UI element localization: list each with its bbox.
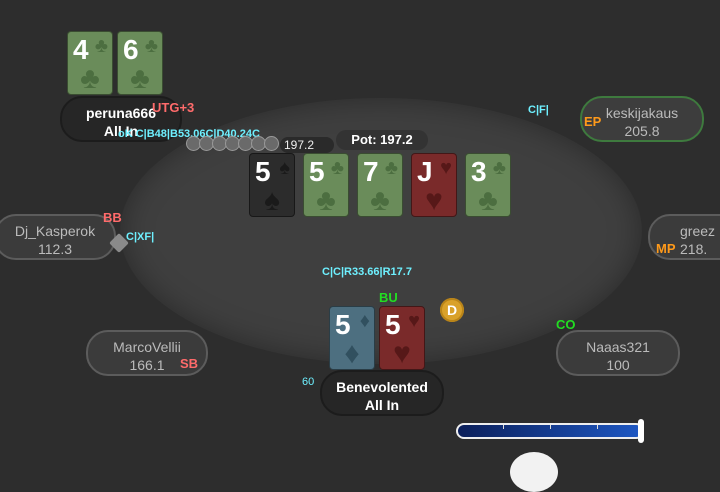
hole-card: 5 ♦ ♦ (329, 306, 375, 370)
action-button[interactable] (510, 452, 558, 492)
action-history: C|C|R33.66|R17.7 (322, 266, 412, 278)
board-card: 5 ♠ ♠ (249, 153, 295, 217)
hole-card: 5 ♥ ♥ (379, 306, 425, 370)
action-history: C|F| (528, 104, 549, 116)
position-label: BB (103, 210, 122, 225)
heart-icon: ♥ (425, 184, 443, 217)
diamond-icon: ♦ (359, 310, 370, 332)
club-icon: ♣ (144, 35, 158, 57)
club-icon: ♣ (316, 184, 336, 217)
pot-total: Pot: 197.2 (336, 130, 428, 150)
board-card: 7 ♣ ♣ (357, 153, 403, 217)
board-card: J ♥ ♥ (411, 153, 457, 217)
club-icon: ♣ (478, 184, 498, 217)
hole-card: 6 ♣ ♣ (117, 31, 163, 95)
position-label: SB (180, 356, 199, 371)
club-icon: ♣ (94, 35, 108, 57)
player-name: greez (680, 223, 716, 239)
bet-slider[interactable] (456, 423, 644, 439)
heart-icon: ♥ (408, 310, 420, 332)
heart-icon: ♥ (393, 337, 411, 370)
position-label: EP (584, 114, 602, 129)
spade-icon: ♠ (264, 184, 280, 217)
player-plate-dj-kasperok[interactable]: Dj_Kasperok 112.3 (0, 214, 116, 260)
player-name: Dj_Kasperok (14, 223, 96, 239)
board-card: 5 ♣ ♣ (303, 153, 349, 217)
action-history: C|XF| (126, 231, 155, 243)
player-name: Benevolented (336, 379, 428, 395)
club-icon: ♣ (130, 62, 150, 95)
spade-icon: ♠ (279, 157, 290, 179)
player-plate-benevolented[interactable]: Benevolented All In (320, 370, 444, 416)
club-icon: ♣ (330, 157, 344, 179)
position-label: MP (656, 241, 676, 256)
club-icon: ♣ (492, 157, 506, 179)
position-label: UTG+3 (152, 100, 195, 115)
player-stack: 112.3 (38, 241, 72, 257)
dealer-button: D (440, 298, 464, 322)
heart-icon: ♥ (440, 157, 452, 179)
hole-card: 4 ♣ ♣ (67, 31, 113, 95)
position-label: BU (379, 290, 398, 305)
player-stack: 100 (606, 357, 630, 373)
player-name: Naaas321 (586, 339, 650, 355)
club-icon: ♣ (370, 184, 390, 217)
bet-amount: 197.2 (280, 137, 334, 153)
board-card: 3 ♣ ♣ (465, 153, 511, 217)
player-plate-naaas321[interactable]: Naaas321 100 (556, 330, 680, 376)
player-stack: All In (364, 397, 400, 413)
position-label: CO (556, 317, 576, 332)
player-name: MarcoVellii (113, 339, 181, 355)
club-icon: ♣ (80, 62, 100, 95)
club-icon: ♣ (384, 157, 398, 179)
seat-number: 60 (302, 376, 315, 388)
bet-slider-handle[interactable] (638, 419, 644, 443)
diamond-icon: ♦ (344, 337, 360, 370)
player-stack: 218. (680, 241, 708, 257)
